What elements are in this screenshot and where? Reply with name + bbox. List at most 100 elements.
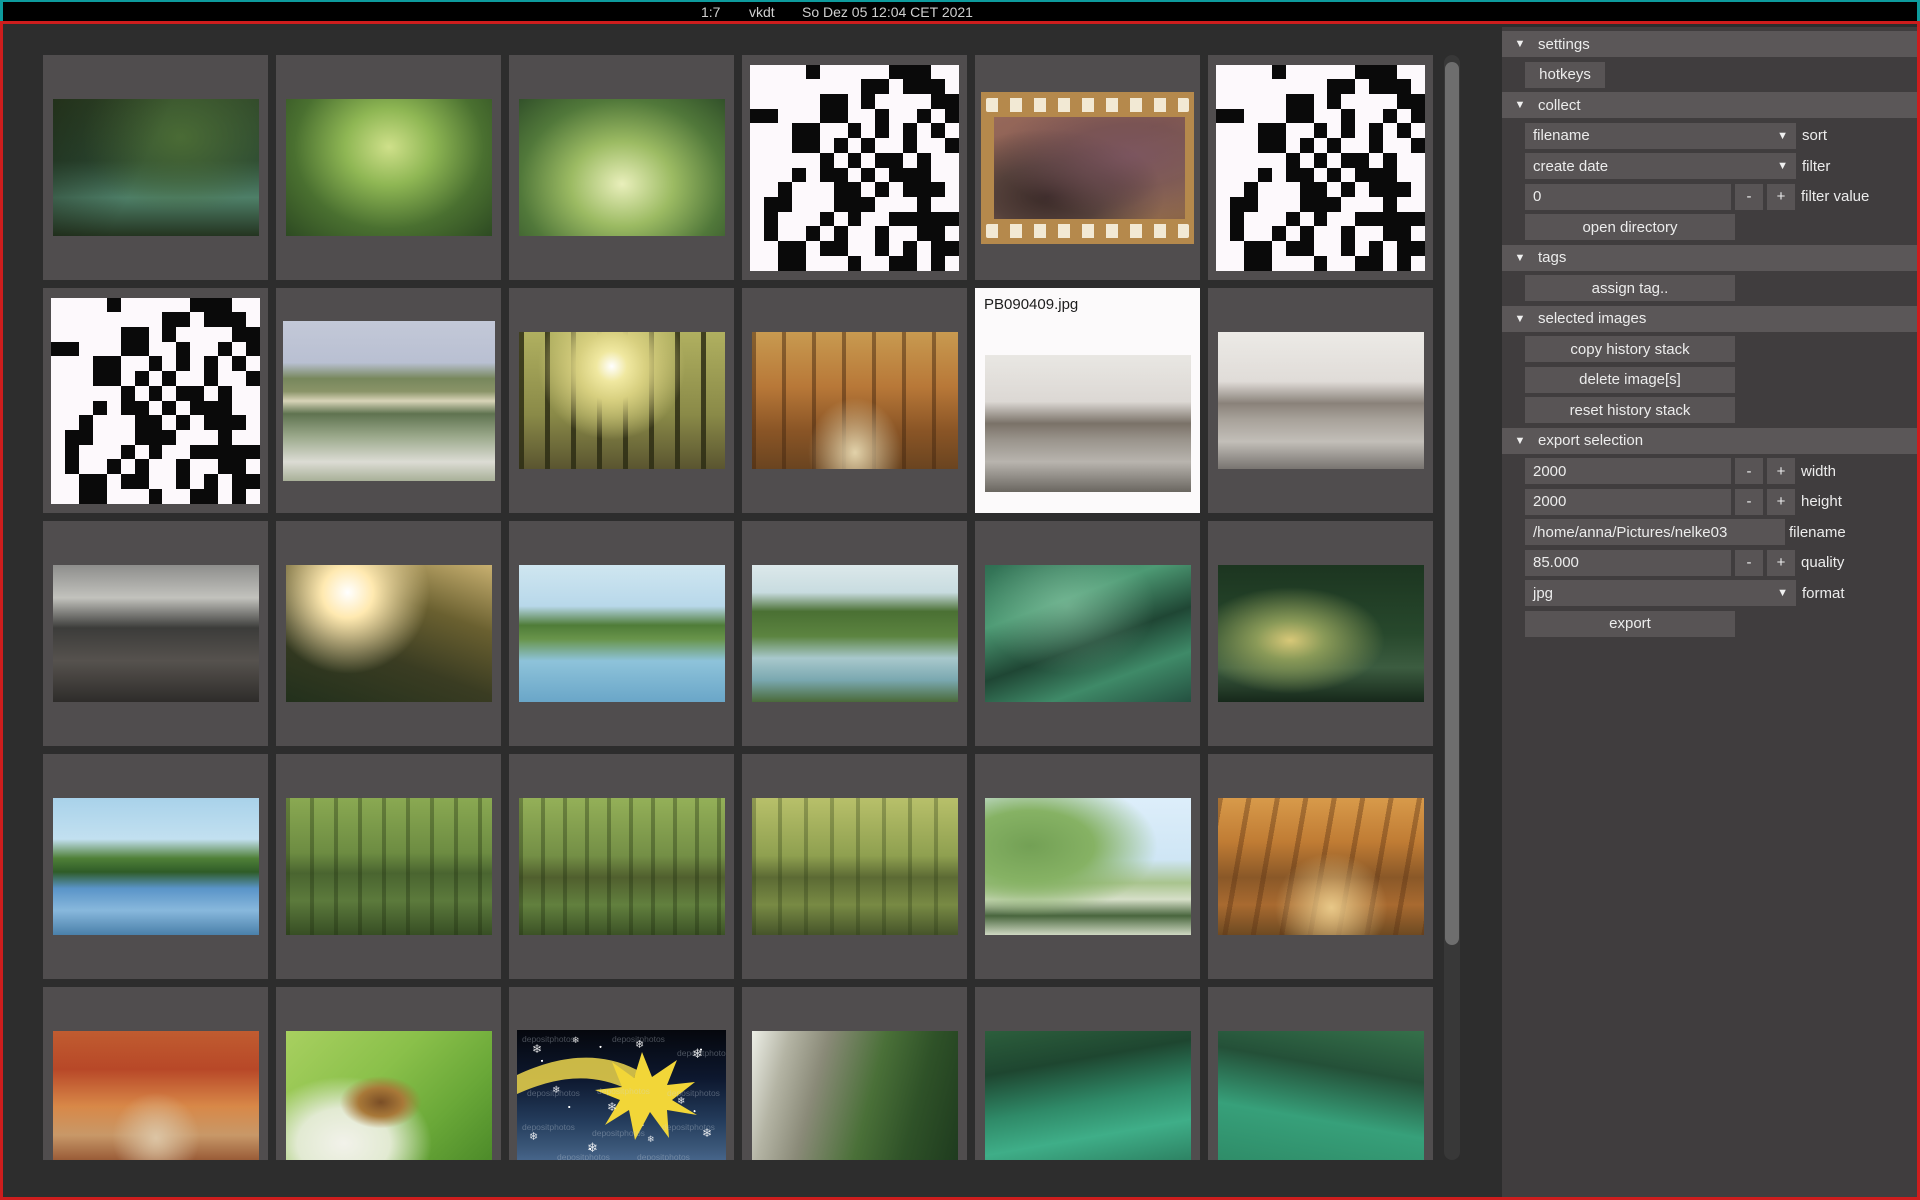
export-quality-decrement-button[interactable]: - bbox=[1735, 550, 1763, 576]
film-strip-thumbnail bbox=[981, 92, 1194, 244]
grid-scrollbar-track[interactable] bbox=[1444, 55, 1460, 1160]
stock-watermark: depositphotos bbox=[667, 1088, 720, 1098]
filter-combo[interactable]: create date▼ bbox=[1525, 153, 1796, 179]
button-label: assign tag.. bbox=[1592, 280, 1669, 297]
assign-tag-button[interactable]: assign tag.. bbox=[1525, 275, 1735, 301]
thumb-reflection-3[interactable] bbox=[742, 754, 967, 979]
grid-scrollbar-thumb[interactable] bbox=[1445, 62, 1459, 945]
export-width-increment-button[interactable]: + bbox=[1767, 458, 1795, 484]
thumb-river-town[interactable] bbox=[276, 288, 501, 513]
export-quality-increment-button[interactable]: + bbox=[1767, 550, 1795, 576]
thumbnail-image bbox=[286, 1031, 492, 1160]
widget-label: filter value bbox=[1801, 188, 1869, 205]
export-button[interactable]: export bbox=[1525, 611, 1735, 637]
thumb-canyon-rock[interactable] bbox=[742, 987, 967, 1160]
thumb-autumn-leaves[interactable] bbox=[1208, 754, 1433, 979]
export-format-combo[interactable]: jpg▼ bbox=[1525, 580, 1796, 606]
lighttable-grid: PB090409.jpg❄❄❄❄❄❄❄❄❄❄❄depositphotosdepo… bbox=[43, 55, 1433, 1160]
thumb-missing-3[interactable] bbox=[43, 288, 268, 513]
panel-header-tags[interactable]: ▼tags bbox=[1502, 245, 1917, 271]
thumbnail-image bbox=[519, 798, 725, 935]
thumb-sun-flare[interactable] bbox=[276, 521, 501, 746]
stock-watermark: depositphotos bbox=[597, 1086, 650, 1096]
panel-header-settings[interactable]: ▼settings bbox=[1502, 31, 1917, 57]
thumbnail-image bbox=[286, 99, 492, 236]
thumbnail-image bbox=[752, 1031, 958, 1160]
filter-value-input[interactable]: 0 bbox=[1525, 184, 1731, 210]
thumb-turquoise-river-2[interactable] bbox=[1208, 987, 1433, 1160]
combo-value: filename bbox=[1533, 127, 1777, 144]
thumb-park-pond[interactable] bbox=[975, 754, 1200, 979]
filter-value-increment-button[interactable]: + bbox=[1767, 184, 1795, 210]
thumbnail-image bbox=[53, 565, 259, 702]
thumb-wide-lake[interactable] bbox=[43, 754, 268, 979]
thumb-sun-rays[interactable] bbox=[509, 288, 734, 513]
export-width-input[interactable]: 2000 bbox=[1525, 458, 1731, 484]
export-height-decrement-button[interactable]: - bbox=[1735, 489, 1763, 515]
thumbnail-image bbox=[985, 565, 1191, 702]
panel-header-label: tags bbox=[1538, 249, 1566, 266]
button-label: hotkeys bbox=[1539, 66, 1591, 83]
delete-images-button[interactable]: delete image[s] bbox=[1525, 367, 1735, 393]
panel-header-selected-images[interactable]: ▼selected images bbox=[1502, 306, 1917, 332]
thumb-bw-lake[interactable] bbox=[1208, 288, 1433, 513]
thumb-dark-river[interactable] bbox=[1208, 521, 1433, 746]
widget-label: filename bbox=[1789, 524, 1846, 541]
thumb-forest-stream[interactable] bbox=[43, 55, 268, 280]
stock-watermark: depositphotos bbox=[522, 1122, 575, 1132]
thumb-green-forest[interactable] bbox=[276, 55, 501, 280]
broken-thumbnail-icon bbox=[1216, 65, 1425, 271]
app-title: vkdt bbox=[749, 4, 775, 20]
export-width-decrement-button[interactable]: - bbox=[1735, 458, 1763, 484]
thumb-river-banks[interactable] bbox=[742, 521, 967, 746]
reset-history-stack-button[interactable]: reset history stack bbox=[1525, 397, 1735, 423]
panel-header-label: collect bbox=[1538, 97, 1581, 114]
thumb-christmas-card[interactable]: ❄❄❄❄❄❄❄❄❄❄❄depositphotosdepositphotosdep… bbox=[509, 987, 734, 1160]
export-filename-input[interactable]: /home/anna/Pictures/nelke03 bbox=[1525, 519, 1785, 545]
thumb-pb090409[interactable]: PB090409.jpg bbox=[975, 288, 1200, 513]
thumb-blue-lake[interactable] bbox=[509, 521, 734, 746]
stock-watermark: depositphotos bbox=[612, 1034, 665, 1044]
thumb-autumn-path[interactable] bbox=[742, 288, 967, 513]
thumb-teal-water[interactable] bbox=[975, 521, 1200, 746]
widget-label: height bbox=[1801, 493, 1842, 510]
open-directory-button[interactable]: open directory bbox=[1525, 214, 1735, 240]
input-value: 2000 bbox=[1533, 493, 1566, 510]
sort-combo[interactable]: filename▼ bbox=[1525, 123, 1796, 149]
filter-value-decrement-button[interactable]: - bbox=[1735, 184, 1763, 210]
export-quality-input[interactable]: 85.000 bbox=[1525, 550, 1731, 576]
collapse-triangle-icon: ▼ bbox=[1502, 38, 1538, 50]
snowflake-glyph: ❄ bbox=[532, 1042, 542, 1056]
panel-header-collect[interactable]: ▼collect bbox=[1502, 92, 1917, 118]
button-label: delete image[s] bbox=[1579, 371, 1681, 388]
thumbnail-image bbox=[53, 798, 259, 935]
export-height-increment-button[interactable]: + bbox=[1767, 489, 1795, 515]
thumb-forest-clearing[interactable] bbox=[509, 55, 734, 280]
hotkeys-button[interactable]: hotkeys bbox=[1525, 62, 1605, 88]
chevron-down-icon: ▼ bbox=[1777, 130, 1788, 142]
thumb-turquoise-river-1[interactable] bbox=[975, 987, 1200, 1160]
button-label: open directory bbox=[1582, 219, 1677, 236]
thumb-butterfly[interactable] bbox=[276, 987, 501, 1160]
thumb-film-negative[interactable] bbox=[975, 55, 1200, 280]
collapse-triangle-icon: ▼ bbox=[1502, 252, 1538, 264]
broken-thumbnail-icon bbox=[750, 65, 959, 271]
film-sprocket-holes bbox=[986, 98, 1189, 112]
thumb-missing-1[interactable] bbox=[742, 55, 967, 280]
export-height-input[interactable]: 2000 bbox=[1525, 489, 1731, 515]
collapse-triangle-icon: ▼ bbox=[1502, 99, 1538, 111]
thumb-reflection-1[interactable] bbox=[276, 754, 501, 979]
button-label: reset history stack bbox=[1570, 402, 1691, 419]
copy-history-stack-button[interactable]: copy history stack bbox=[1525, 336, 1735, 362]
thumb-red-autumn[interactable] bbox=[43, 987, 268, 1160]
thumb-reflection-2[interactable] bbox=[509, 754, 734, 979]
widget-label: width bbox=[1801, 463, 1836, 480]
stock-watermark: depositphotos bbox=[592, 1128, 645, 1138]
panel-header-export-selection[interactable]: ▼export selection bbox=[1502, 428, 1917, 454]
right-panel: ▼settingshotkeys▼collectfilename▼sortcre… bbox=[1502, 27, 1917, 1197]
stock-watermark: depositphotos bbox=[557, 1152, 610, 1161]
thumbnail-image bbox=[1218, 332, 1424, 469]
thumbnail-image bbox=[752, 332, 958, 469]
thumb-bw-pond-dark[interactable] bbox=[43, 521, 268, 746]
thumb-missing-2[interactable] bbox=[1208, 55, 1433, 280]
